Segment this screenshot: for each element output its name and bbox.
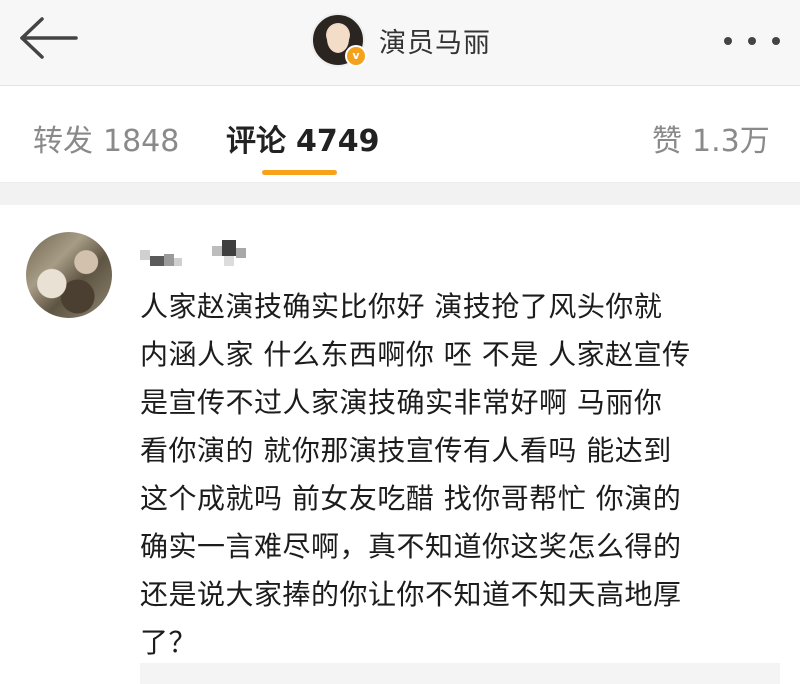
verified-badge-icon: v (345, 45, 367, 67)
more-options-button[interactable] (724, 36, 780, 46)
tab-count: 1848 (103, 124, 180, 159)
active-tab-indicator (262, 170, 337, 175)
more-dots-icon (724, 37, 732, 45)
tab-reposts[interactable]: 转发 1848 (33, 116, 179, 160)
tab-label: 转发 (33, 124, 93, 159)
account-name[interactable]: 演员马丽 (379, 21, 491, 60)
account-profile[interactable]: v 演员马丽 (311, 12, 491, 68)
arrow-left-icon (20, 17, 78, 59)
commenter-avatar[interactable] (26, 232, 112, 318)
tab-bar: 转发 1848 评论 4749 赞 1.3万 (0, 86, 800, 183)
tab-label: 评论 (226, 124, 286, 159)
replies-preview[interactable] (140, 663, 780, 684)
top-nav-bar: v 演员马丽 (0, 0, 800, 86)
tab-count: 4749 (296, 124, 380, 159)
tab-count: 1.3万 (692, 124, 770, 159)
account-avatar[interactable]: v (311, 13, 367, 67)
tab-likes[interactable]: 赞 1.3万 (652, 116, 770, 160)
back-button[interactable] (18, 16, 80, 60)
tab-comments[interactable]: 评论 4749 (226, 116, 380, 160)
comment-text: 人家赵演技确实比你好 演技抢了风头你就 内涵人家 什么东西啊你 呸 不是 人家赵… (140, 290, 691, 659)
commenter-username-redacted[interactable] (140, 240, 260, 270)
section-divider (0, 183, 800, 205)
tab-label: 赞 (652, 124, 682, 159)
